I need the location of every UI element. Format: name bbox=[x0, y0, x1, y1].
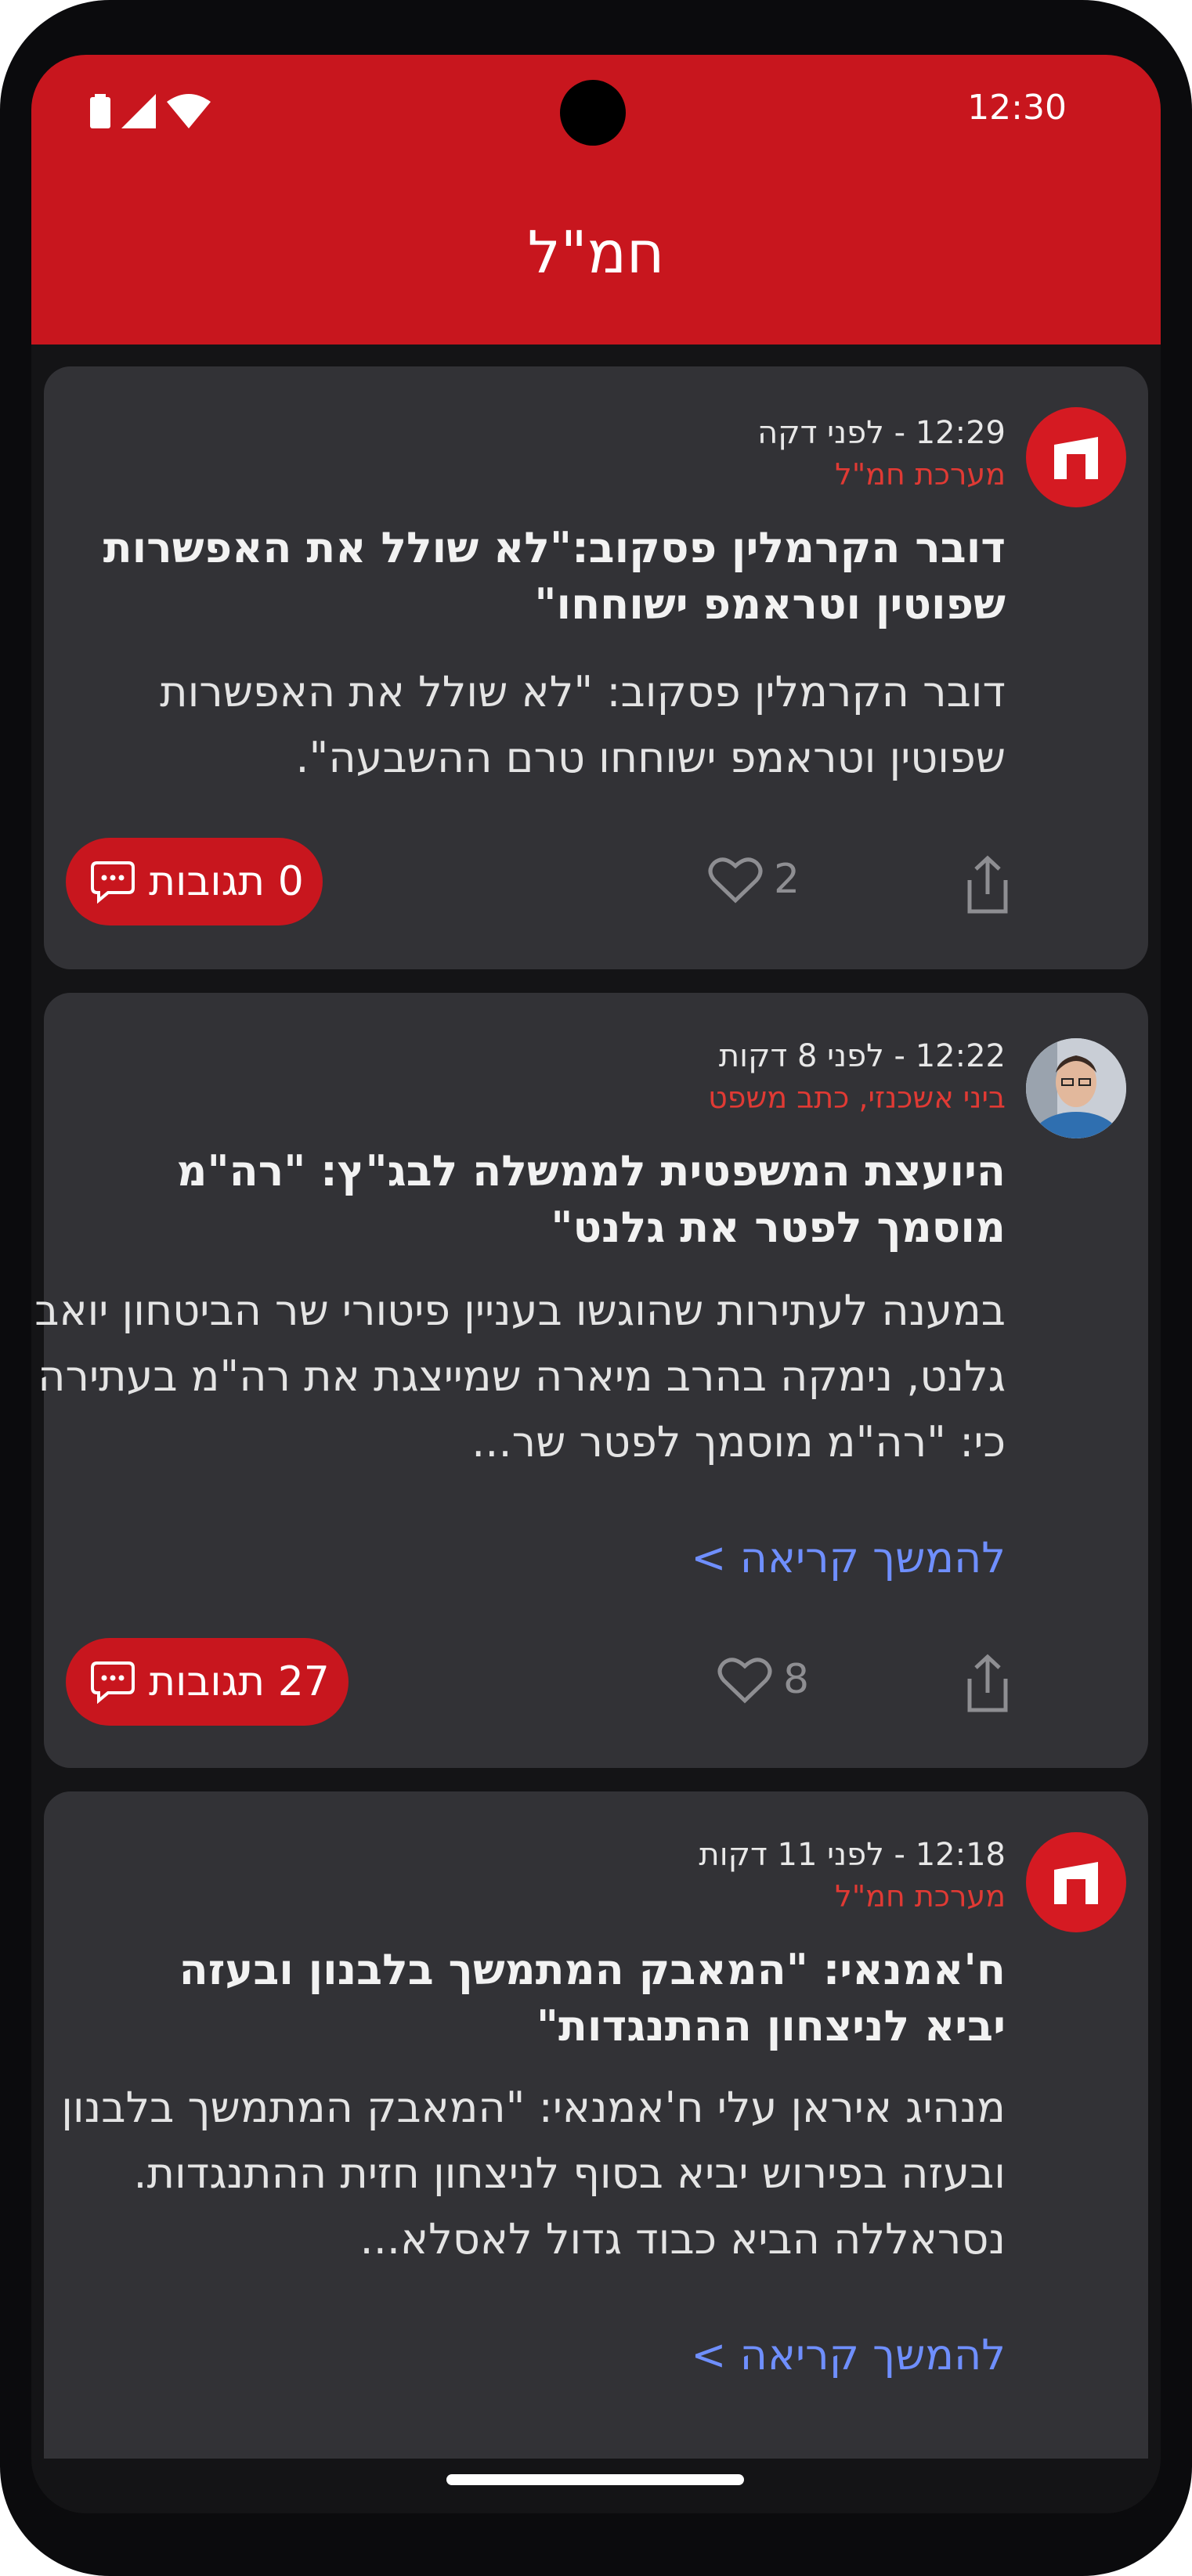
phone-screen: 12:30 חמ"ל 12:29 - לפני דקה מערכת חמ"ל ד… bbox=[31, 55, 1161, 2513]
post-time: 12:29 - לפני דקה bbox=[757, 415, 1006, 451]
front-camera bbox=[560, 80, 626, 146]
battery-icon bbox=[90, 94, 110, 128]
heart-icon bbox=[708, 857, 763, 904]
post-body: במענה לעתירות שהוגשו בעניין פיטורי שר הב… bbox=[34, 1286, 1006, 1467]
like-button[interactable]: 2 bbox=[708, 855, 800, 904]
share-icon[interactable] bbox=[960, 1652, 1015, 1715]
news-card[interactable]: 12:22 - לפני 8 דקות ביני אשכנזי, כתב משפ… bbox=[34, 993, 1148, 1768]
share-icon[interactable] bbox=[960, 853, 1015, 916]
comments-button[interactable]: 27 תגובות bbox=[66, 1638, 349, 1726]
news-feed[interactable]: 12:29 - לפני דקה מערכת חמ"ל דובר הקרמלין… bbox=[31, 345, 1161, 2459]
wifi-icon bbox=[167, 94, 211, 128]
post-author[interactable]: ביני אשכנזי, כתב משפט bbox=[708, 1081, 1006, 1115]
like-count: 8 bbox=[783, 1656, 810, 1703]
comments-label: 27 תגובות bbox=[149, 1658, 330, 1705]
like-count: 2 bbox=[774, 856, 800, 903]
cellular-signal-icon bbox=[121, 94, 156, 128]
post-body: דובר הקרמלין פסקוב: "לא שולל את האפשרות … bbox=[160, 667, 1006, 782]
brand-logo-icon bbox=[1026, 1832, 1126, 1932]
like-button[interactable]: 8 bbox=[717, 1655, 809, 1704]
chat-bubble-icon bbox=[91, 1661, 135, 1704]
post-headline[interactable]: היועצת המשפטית לממשלה לבג"ץ: "רה"מ מוסמך… bbox=[97, 1143, 1006, 1256]
post-author[interactable]: מערכת חמ"ל bbox=[835, 1879, 1006, 1914]
navigation-bar bbox=[31, 2459, 1161, 2513]
app-bar: 12:30 חמ"ל bbox=[31, 55, 1161, 345]
post-author[interactable]: מערכת חמ"ל bbox=[835, 457, 1006, 492]
home-gesture-handle[interactable] bbox=[446, 2474, 744, 2485]
post-headline[interactable]: דובר הקרמלין פסקוב:"לא שולל את האפשרות ש… bbox=[97, 520, 1006, 633]
status-icons bbox=[90, 94, 211, 128]
author-avatar bbox=[1026, 1038, 1126, 1138]
read-more-link[interactable]: להמשך קריאה > bbox=[691, 2330, 1006, 2379]
news-card[interactable]: 12:18 - לפני 11 דקות מערכת חמ"ל ח'אמנאי:… bbox=[44, 1791, 1148, 2459]
post-time: 12:18 - לפני 11 דקות bbox=[699, 1837, 1006, 1873]
post-body: מנהיג איראן עלי ח'אמנאי: "המאבק המתמשך ב… bbox=[61, 2083, 1006, 2264]
chat-bubble-icon bbox=[91, 861, 135, 904]
phone-frame: 12:30 חמ"ל 12:29 - לפני דקה מערכת חמ"ל ד… bbox=[0, 0, 1192, 2576]
brand-logo-icon bbox=[1026, 407, 1126, 507]
page-title: חמ"ל bbox=[527, 219, 665, 287]
post-headline[interactable]: ח'אמנאי: "המאבק המתמשך בלבנון ובעזה יביא… bbox=[97, 1942, 1006, 2055]
status-time: 12:30 bbox=[967, 88, 1067, 128]
news-card[interactable]: 12:29 - לפני דקה מערכת חמ"ל דובר הקרמלין… bbox=[44, 366, 1148, 969]
heart-icon bbox=[717, 1658, 772, 1704]
read-more-link[interactable]: להמשך קריאה > bbox=[691, 1533, 1006, 1582]
comments-label: 0 תגובות bbox=[149, 858, 304, 905]
post-time: 12:22 - לפני 8 דקות bbox=[718, 1038, 1006, 1074]
comments-button[interactable]: 0 תגובות bbox=[66, 838, 323, 925]
